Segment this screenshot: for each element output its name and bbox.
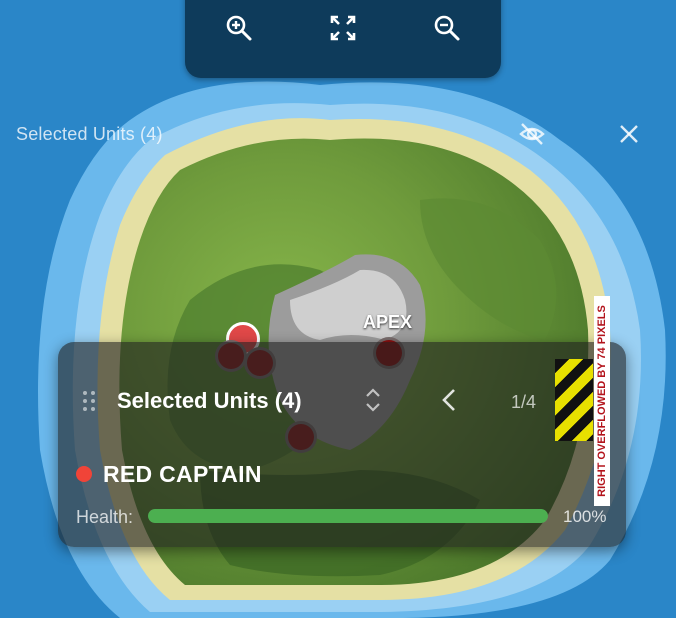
close-button[interactable] [613, 118, 645, 150]
overflow-hazard-stripe [555, 359, 593, 441]
expand-collapse-icon[interactable] [362, 386, 384, 414]
panel-title: Selected Units (4) [117, 388, 302, 413]
overflow-warning-text: RIGHT OVERFLOWED BY 74 PIXELS [596, 305, 608, 497]
chevron-left-icon[interactable] [438, 386, 460, 414]
zoom-out-button[interactable] [425, 6, 469, 50]
zoom-out-icon [434, 15, 460, 41]
health-bar [148, 509, 548, 523]
zoom-in-button[interactable] [217, 6, 261, 50]
health-bar-fill [148, 509, 548, 523]
selected-units-panel: Selected Units (4) 1/4 RED CAPTAIN Healt… [58, 342, 626, 547]
zoom-toolbar [185, 0, 501, 78]
drag-handle-icon[interactable] [82, 390, 96, 412]
visibility-toggle-button[interactable] [516, 118, 548, 150]
close-icon [620, 125, 638, 143]
health-value: 100% [563, 507, 607, 526]
selected-units-header: Selected Units (4) [16, 124, 163, 144]
fullscreen-icon [330, 15, 356, 41]
overflow-warning: RIGHT OVERFLOWED BY 74 PIXELS [594, 296, 610, 506]
zoom-in-icon [226, 15, 252, 41]
fit-view-button[interactable] [321, 6, 365, 50]
eye-off-icon [519, 123, 545, 145]
unit-name: RED CAPTAIN [103, 461, 262, 487]
health-label: Health: [76, 507, 134, 527]
page-indicator: 1/4 [511, 392, 537, 412]
team-color-dot [76, 466, 92, 482]
apex-label: APEX [363, 312, 413, 332]
